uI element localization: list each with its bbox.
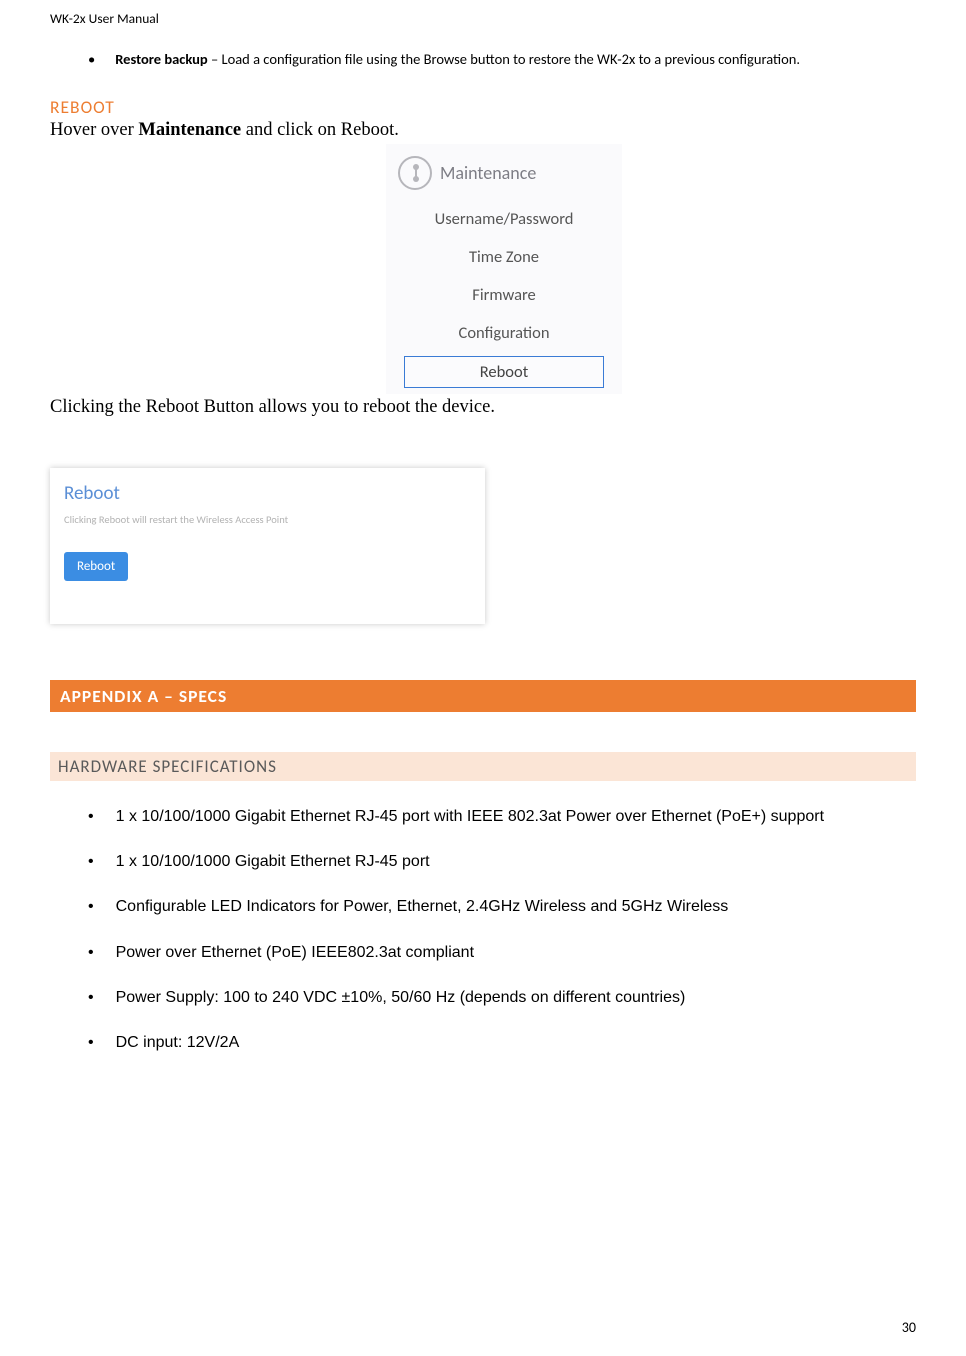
list-item: • Configurable LED Indicators for Power, … xyxy=(88,895,916,918)
reboot-instruction-2: Clicking the Reboot Button allows you to… xyxy=(50,397,916,418)
reboot-line1-bold: Maintenance xyxy=(138,120,241,140)
bullet-icon: • xyxy=(88,895,94,918)
doc-header: WK-2x User Manual xyxy=(50,10,916,49)
list-item: • Power Supply: 100 to 240 VDC ±10%, 50/6… xyxy=(88,986,916,1009)
maintenance-icon xyxy=(398,156,432,190)
reboot-line1a: Hover over xyxy=(50,120,138,140)
spec-text: Power over Ethernet (PoE) IEEE802.3at co… xyxy=(116,941,474,964)
menu-item-firmware[interactable]: Firmware xyxy=(386,276,622,314)
spec-text: Power Supply: 100 to 240 VDC ±10%, 50/60… xyxy=(116,986,686,1009)
maintenance-menu-screenshot: Maintenance Username/Password Time Zone … xyxy=(385,143,623,395)
bullet-icon: • xyxy=(88,941,94,964)
reboot-heading: REBOOT xyxy=(50,96,916,118)
menu-header: Maintenance xyxy=(386,150,622,200)
spec-text: DC input: 12V/2A xyxy=(116,1031,240,1054)
reboot-panel-title: Reboot xyxy=(64,482,471,505)
bullet-icon: • xyxy=(88,805,94,828)
intro-text: Restore backup – Load a configuration fi… xyxy=(115,49,800,70)
bullet-icon: • xyxy=(88,850,94,873)
menu-item-configuration[interactable]: Configuration xyxy=(386,314,622,352)
intro-rest: – Load a configuration file using the Br… xyxy=(208,50,800,68)
menu-items: Username/Password Time Zone Firmware Con… xyxy=(386,200,622,388)
reboot-panel-subtitle: Clicking Reboot will restart the Wireles… xyxy=(64,513,471,526)
spec-text: Configurable LED Indicators for Power, E… xyxy=(116,895,729,918)
reboot-line1b: and click on Reboot. xyxy=(241,120,399,140)
bullet-icon: • xyxy=(88,49,95,70)
reboot-instruction-1: Hover over Maintenance and click on Rebo… xyxy=(50,120,916,141)
menu-item-timezone[interactable]: Time Zone xyxy=(386,238,622,276)
menu-header-label: Maintenance xyxy=(440,162,536,184)
list-item: • 1 x 10/100/1000 Gigabit Ethernet RJ-45 … xyxy=(88,850,916,873)
menu-item-reboot[interactable]: Reboot xyxy=(404,356,604,388)
reboot-button[interactable]: Reboot xyxy=(64,552,128,581)
spec-text: 1 x 10/100/1000 Gigabit Ethernet RJ-45 p… xyxy=(116,805,824,828)
page-number: 30 xyxy=(902,1319,916,1336)
spec-text: 1 x 10/100/1000 Gigabit Ethernet RJ-45 p… xyxy=(116,850,430,873)
list-item: • DC input: 12V/2A xyxy=(88,1031,916,1054)
list-item: • 1 x 10/100/1000 Gigabit Ethernet RJ-45 … xyxy=(88,805,916,828)
appendix-heading: APPENDIX A – SPECS xyxy=(50,680,916,712)
bullet-icon: • xyxy=(88,986,94,1009)
list-item: • Power over Ethernet (PoE) IEEE802.3at c… xyxy=(88,941,916,964)
hardware-spec-heading: HARDWARE SPECIFICATIONS xyxy=(50,752,916,781)
reboot-panel-screenshot: Reboot Clicking Reboot will restart the … xyxy=(50,468,485,624)
spec-list: • 1 x 10/100/1000 Gigabit Ethernet RJ-45 … xyxy=(50,805,916,1054)
intro-bullet: • Restore backup – Load a configuration … xyxy=(50,49,916,70)
intro-label: Restore backup xyxy=(115,50,207,68)
menu-item-username[interactable]: Username/Password xyxy=(386,200,622,238)
bullet-icon: • xyxy=(88,1031,94,1054)
